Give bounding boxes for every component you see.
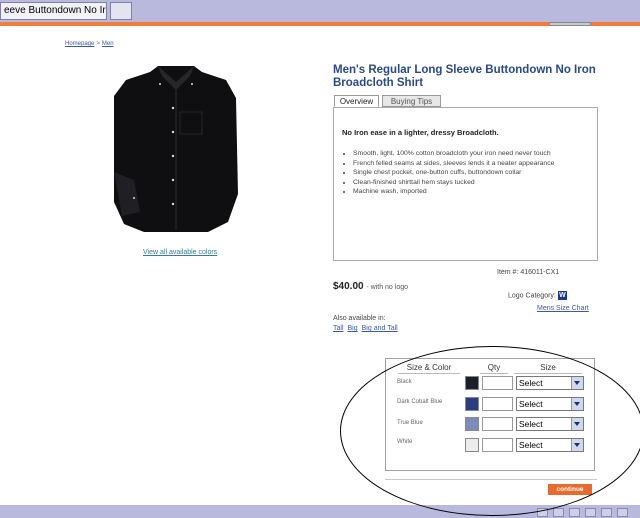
swatch-dark-cobalt-blue (465, 397, 479, 411)
color-label-true-blue: True Blue (397, 420, 423, 426)
status-bar-button[interactable] (569, 508, 580, 517)
feature-item: French felled seams at sides, sleeves le… (353, 159, 595, 169)
logo-category: Logo Category: W (508, 291, 567, 300)
product-image (114, 66, 238, 232)
color-label-black: Black (397, 379, 412, 385)
size-color-table: Size & Color Qty Size Black Select Dark … (385, 358, 595, 471)
product-title: Men's Regular Long Sleeve Buttondown No … (333, 64, 596, 89)
feature-item: Clean-finished shirttail hem stays tucke… (353, 178, 595, 188)
product-headline: No Iron ease in a lighter, dressy Broadc… (342, 128, 499, 137)
qty-input-white[interactable] (482, 438, 513, 452)
item-number: Item #: 416011-CX1 (497, 269, 560, 276)
size-select-value: Select (519, 399, 543, 409)
site-header-bar (0, 22, 640, 26)
swatch-black (465, 376, 479, 390)
continue-button[interactable]: continue (548, 484, 592, 495)
breadcrumb: Homepage > Men (65, 41, 114, 47)
divider (385, 479, 597, 480)
also-available-links: Tall Big Big and Tall (333, 325, 402, 332)
header-size-color: Size & Color (398, 362, 460, 374)
header-size: Size (514, 362, 582, 374)
size-select-value: Select (519, 378, 543, 388)
qty-input-dark-cobalt-blue[interactable] (482, 397, 513, 411)
breadcrumb-homepage-link[interactable]: Homepage (65, 41, 94, 47)
chevron-down-icon[interactable] (571, 439, 583, 451)
swatch-white (465, 438, 479, 452)
browser-tab[interactable]: eeve Buttondown No Ir... (0, 2, 107, 20)
chevron-down-icon[interactable] (571, 418, 583, 430)
feature-item: Smooth, light, 100% cotton broadcloth yo… (353, 149, 595, 159)
size-select-white[interactable]: Select (516, 438, 584, 452)
status-bar-button[interactable] (585, 508, 596, 517)
big-and-tall-link[interactable]: Big and Tall (362, 325, 398, 332)
swatch-true-blue (465, 417, 479, 431)
view-all-colors-link[interactable]: View all available colors (143, 249, 217, 256)
price-value: $40.00 (333, 281, 364, 292)
feature-list: Smooth, light, 100% cotton broadcloth yo… (343, 149, 595, 197)
logo-category-label: Logo Category: (508, 292, 556, 300)
chevron-down-icon[interactable] (571, 398, 583, 410)
breadcrumb-men-link[interactable]: Men (102, 41, 114, 47)
qty-input-black[interactable] (482, 376, 513, 390)
size-select-dark-cobalt-blue[interactable]: Select (516, 397, 584, 411)
color-label-dark-cobalt-blue: Dark Cobalt Blue (397, 399, 443, 405)
header-search-button[interactable] (549, 22, 591, 26)
size-chart-link[interactable]: Mens Size Chart (537, 305, 589, 312)
feature-item: Single chest pocket, one-button cuffs, b… (353, 168, 595, 178)
status-bar-button[interactable] (553, 508, 564, 517)
status-bar-button[interactable] (537, 508, 548, 517)
qty-input-true-blue[interactable] (482, 417, 513, 431)
color-label-white: White (397, 439, 413, 445)
status-bar-button[interactable] (617, 508, 628, 517)
header-qty: Qty (480, 362, 508, 374)
also-available-label: Also available in: (333, 315, 386, 322)
size-select-true-blue[interactable]: Select (516, 417, 584, 431)
feature-item: Machine wash, imported (353, 187, 595, 197)
size-select-value: Select (519, 440, 543, 450)
tab-overview[interactable]: Overview (334, 95, 379, 107)
breadcrumb-separator: > (96, 41, 100, 47)
logo-category-icon[interactable]: W (557, 291, 567, 300)
size-select-value: Select (519, 419, 543, 429)
overview-panel: No Iron ease in a lighter, dressy Broadc… (333, 107, 598, 261)
big-link[interactable]: Big (348, 325, 358, 332)
size-select-black[interactable]: Select (516, 376, 584, 390)
price: $40.00 - with no logo (333, 281, 408, 292)
status-bar-button[interactable] (601, 508, 612, 517)
tall-link[interactable]: Tall (333, 325, 344, 332)
tab-buying-tips[interactable]: Buying Tips (382, 95, 441, 107)
chevron-down-icon[interactable] (571, 377, 583, 389)
price-note: - with no logo (366, 284, 409, 291)
new-tab-button[interactable] (110, 2, 132, 20)
